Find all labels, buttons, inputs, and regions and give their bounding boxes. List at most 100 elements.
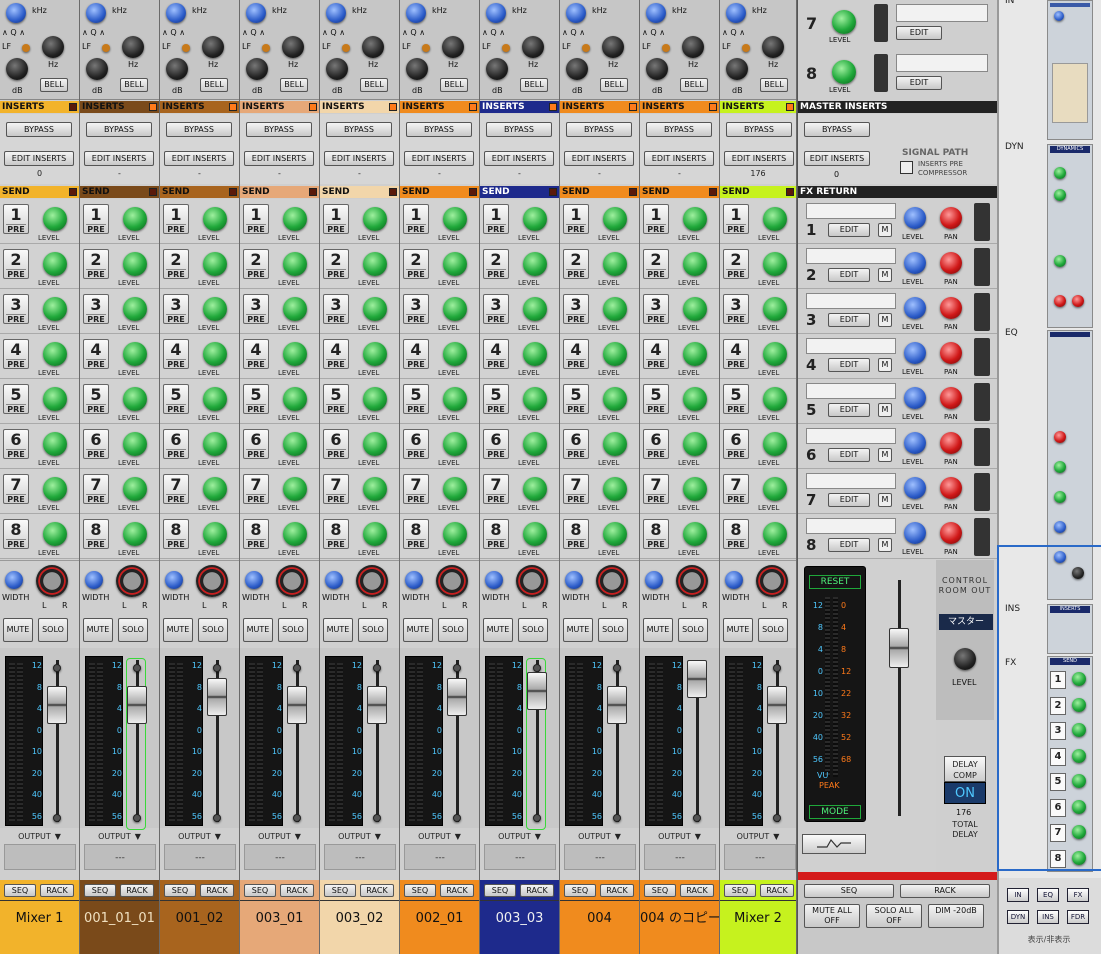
lf-freq-knob[interactable] — [122, 36, 144, 58]
lf-freq-knob[interactable] — [602, 36, 624, 58]
lf-on-led[interactable] — [742, 44, 750, 52]
output-select[interactable]: --- — [724, 844, 796, 870]
channel-fader[interactable] — [47, 686, 67, 724]
send-level-knob[interactable] — [283, 252, 307, 276]
mute-button[interactable]: MUTE — [723, 618, 753, 642]
bypass-button[interactable]: BYPASS — [166, 122, 232, 137]
channel-name[interactable]: 003_03 — [480, 900, 559, 954]
send-pre-button[interactable]: 5 PRE — [83, 384, 109, 414]
bypass-button[interactable]: BYPASS — [246, 122, 312, 137]
mute-all-off-button[interactable]: MUTE ALL OFF — [804, 904, 860, 928]
rack-button[interactable]: RACK — [360, 884, 394, 897]
output-dropdown-icon[interactable]: ▼ — [55, 832, 61, 841]
bell-button[interactable]: BELL — [120, 78, 148, 92]
send-pre-button[interactable]: 1 PRE — [163, 204, 189, 234]
edit-inserts-button[interactable]: EDIT INSERTS — [404, 151, 474, 166]
pan-knob[interactable] — [276, 565, 308, 597]
lf-on-led[interactable] — [662, 44, 670, 52]
rack-button[interactable]: RACK — [200, 884, 234, 897]
send-pre-button[interactable]: 7 PRE — [243, 474, 269, 504]
send-pre-button[interactable]: 7 PRE — [403, 474, 429, 504]
channel-name[interactable]: 002_01 — [400, 900, 479, 954]
send-level-knob[interactable] — [763, 207, 787, 231]
send-level-knob[interactable] — [603, 207, 627, 231]
pan-knob[interactable] — [596, 565, 628, 597]
fx-edit-button[interactable]: EDIT — [828, 403, 870, 417]
send-level-knob[interactable] — [523, 297, 547, 321]
mute-button[interactable]: MUTE — [563, 618, 593, 642]
output-dropdown-icon[interactable]: ▼ — [135, 832, 141, 841]
fx-pan-knob[interactable] — [940, 432, 962, 454]
send-pre-button[interactable]: 8 PRE — [163, 519, 189, 549]
fx-level-knob[interactable] — [904, 522, 926, 544]
edit-inserts-button[interactable]: EDIT INSERTS — [84, 151, 154, 166]
fx-mute-button[interactable]: M — [878, 493, 892, 507]
fx-level-knob[interactable] — [904, 207, 926, 229]
send-pre-button[interactable]: 6 PRE — [403, 429, 429, 459]
fx-mute-button[interactable]: M — [878, 403, 892, 417]
send-pre-button[interactable]: 2 PRE — [643, 249, 669, 279]
send-pre-button[interactable]: 4 PRE — [483, 339, 509, 369]
send-pre-button[interactable]: 3 PRE — [403, 294, 429, 324]
output-select[interactable]: --- — [324, 844, 396, 870]
fx-mute-button[interactable]: M — [878, 268, 892, 282]
freq-knob[interactable] — [566, 3, 586, 23]
send-level-knob[interactable] — [523, 432, 547, 456]
send-pre-button[interactable]: 1 PRE — [403, 204, 429, 234]
bell-button[interactable]: BELL — [680, 78, 708, 92]
send-level-knob[interactable] — [523, 477, 547, 501]
level-knob[interactable] — [832, 10, 856, 34]
send-level-knob[interactable] — [123, 477, 147, 501]
send-level-knob[interactable] — [43, 522, 67, 546]
lf-gain-knob[interactable] — [726, 58, 748, 80]
solo-button[interactable]: SOLO — [678, 618, 708, 642]
solo-button[interactable]: SOLO — [438, 618, 468, 642]
channel-fader[interactable] — [527, 672, 547, 710]
send-level-knob[interactable] — [203, 432, 227, 456]
send-level-knob[interactable] — [763, 297, 787, 321]
output-select[interactable]: --- — [244, 844, 316, 870]
send-level-knob[interactable] — [283, 207, 307, 231]
send-level-knob[interactable] — [603, 252, 627, 276]
channel-name[interactable]: Mixer 2 — [720, 900, 796, 954]
send-level-knob[interactable] — [123, 297, 147, 321]
send-level-knob[interactable] — [43, 387, 67, 411]
solo-button[interactable]: SOLO — [598, 618, 628, 642]
seq-button[interactable]: SEQ — [324, 884, 356, 897]
send-pre-button[interactable]: 5 PRE — [243, 384, 269, 414]
fx-name-field[interactable] — [806, 248, 896, 264]
send-level-knob[interactable] — [203, 522, 227, 546]
send-pre-button[interactable]: 8 PRE — [643, 519, 669, 549]
send-pre-button[interactable]: 1 PRE — [243, 204, 269, 234]
rack-toggle-ins-button[interactable]: INS — [1037, 910, 1059, 924]
fx-level-knob[interactable] — [904, 342, 926, 364]
delay-comp-toggle[interactable]: ON — [944, 782, 986, 804]
send-level-knob[interactable] — [443, 252, 467, 276]
send-level-knob[interactable] — [283, 522, 307, 546]
fx-name-field[interactable] — [896, 4, 988, 22]
solo-button[interactable]: SOLO — [758, 618, 788, 642]
rack-toggle-fdr-button[interactable]: FDR — [1067, 910, 1089, 924]
fx-name-field[interactable] — [806, 383, 896, 399]
output-select[interactable]: --- — [404, 844, 476, 870]
send-pre-button[interactable]: 2 PRE — [83, 249, 109, 279]
bell-button[interactable]: BELL — [200, 78, 228, 92]
mode-button[interactable]: MODE — [809, 805, 861, 819]
fx-pan-knob[interactable] — [940, 342, 962, 364]
bypass-button[interactable]: BYPASS — [86, 122, 152, 137]
send-pre-button[interactable]: 2 PRE — [243, 249, 269, 279]
send-pre-button[interactable]: 8 PRE — [563, 519, 589, 549]
pan-knob[interactable] — [116, 565, 148, 597]
send-pre-button[interactable]: 7 PRE — [163, 474, 189, 504]
seq-button[interactable]: SEQ — [244, 884, 276, 897]
send-level-knob[interactable] — [523, 522, 547, 546]
bypass-button[interactable]: BYPASS — [804, 122, 870, 137]
channel-fader[interactable] — [127, 686, 147, 724]
channel-fader[interactable] — [767, 686, 787, 724]
freq-knob[interactable] — [406, 3, 426, 23]
channel-name[interactable]: 003_01 — [240, 900, 319, 954]
fx-edit-button[interactable]: EDIT — [828, 358, 870, 372]
fx-mute-button[interactable]: M — [878, 538, 892, 552]
output-select[interactable]: --- — [644, 844, 716, 870]
width-knob[interactable] — [325, 571, 343, 589]
